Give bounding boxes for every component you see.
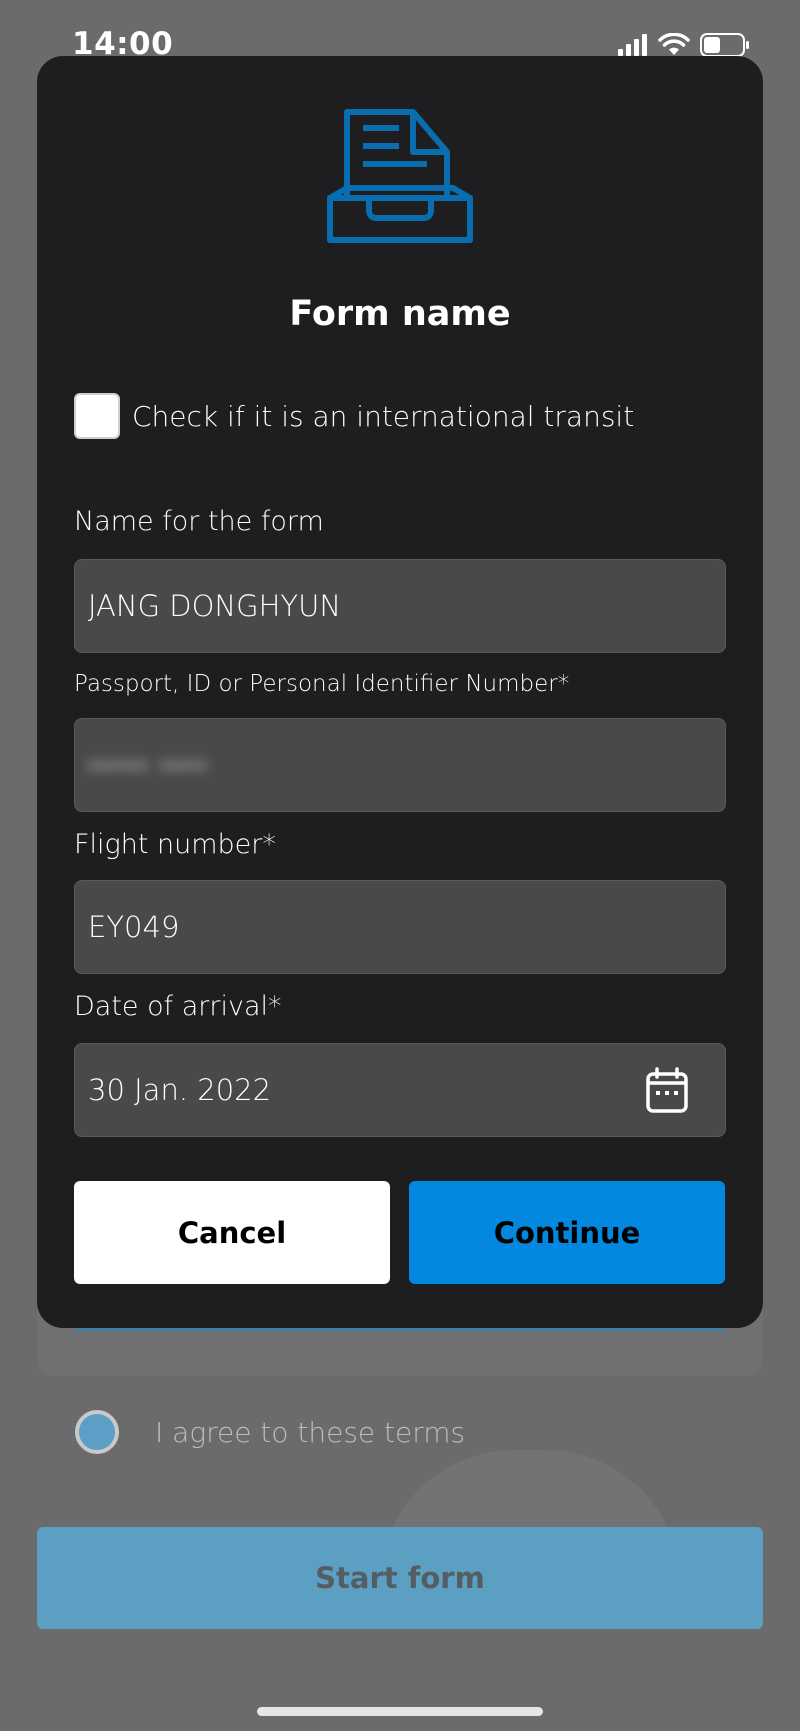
home-indicator — [257, 1707, 543, 1716]
flight-input-value: EY049 — [88, 910, 180, 944]
agree-terms-row[interactable]: I agree to these terms — [75, 1410, 465, 1454]
transit-checkbox[interactable] — [74, 393, 120, 439]
arrival-date-input[interactable]: 30 Jan. 2022 — [74, 1043, 726, 1137]
name-input-value: JANG DONGHYUN — [88, 589, 342, 623]
start-form-button[interactable]: Start form — [37, 1527, 763, 1629]
arrival-input-value: 30 Jan. 2022 — [88, 1073, 272, 1107]
cancel-button[interactable]: Cancel — [74, 1181, 390, 1284]
agree-label: I agree to these terms — [155, 1415, 466, 1449]
modal-title: Form name — [289, 294, 511, 334]
transit-checkbox-label: Check if it is an international transit — [132, 399, 635, 433]
calendar-icon[interactable] — [645, 1066, 689, 1114]
passport-field-label: Passport, ID or Personal Identifier Numb… — [74, 671, 570, 697]
background-card-divider — [77, 1328, 723, 1331]
agree-radio[interactable] — [75, 1410, 119, 1454]
transit-checkbox-row[interactable]: Check if it is an international transit — [74, 393, 634, 439]
wifi-icon — [658, 33, 690, 55]
continue-button[interactable]: Continue — [409, 1181, 725, 1284]
arrival-field-label: Date of arrival* — [74, 991, 282, 1022]
name-field-label: Name for the form — [74, 506, 324, 537]
flight-number-input[interactable]: EY049 — [74, 880, 726, 974]
form-inbox-icon — [327, 109, 473, 243]
passport-input[interactable]: ••••• •••• — [74, 718, 726, 812]
name-input[interactable]: JANG DONGHYUN — [74, 559, 726, 653]
form-name-modal: Form name Check if it is an internationa… — [37, 56, 763, 1328]
status-icons — [618, 32, 750, 58]
battery-icon — [700, 33, 749, 57]
signal-icon — [618, 34, 647, 56]
flight-field-label: Flight number* — [74, 829, 276, 860]
passport-input-value: ••••• •••• — [88, 747, 209, 782]
